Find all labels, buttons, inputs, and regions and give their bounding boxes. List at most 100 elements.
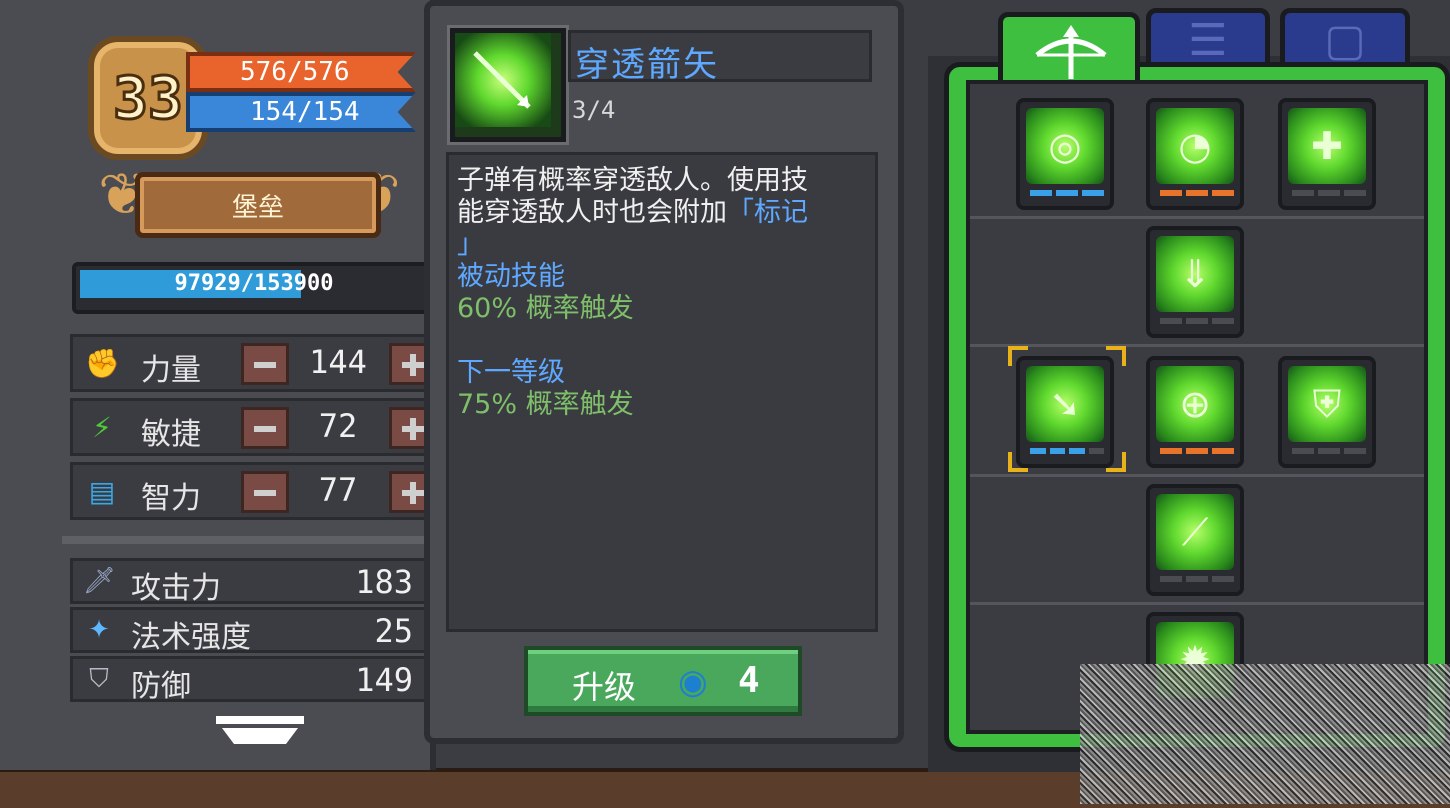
upgrade-label: 升级 xyxy=(572,668,637,706)
tab-3-icon: ▢ xyxy=(1324,15,1366,66)
wand-icon: ✦ xyxy=(88,615,110,645)
pip xyxy=(1186,576,1208,582)
pip xyxy=(1069,448,1085,454)
pip xyxy=(1088,448,1104,454)
level-pips xyxy=(1030,190,1104,198)
scroll-down-arrow-icon[interactable] xyxy=(216,716,304,746)
intelligence-minus-button[interactable] xyxy=(241,471,289,513)
skill-name-box: 穿透箭矢 xyxy=(568,30,872,85)
mp-bar: 154/154 xyxy=(186,92,416,132)
current-effect: 60% 概率触发 xyxy=(457,293,634,324)
upgrade-cost: 4 xyxy=(738,660,760,701)
pip xyxy=(1186,448,1208,454)
pip xyxy=(1160,448,1182,454)
hp-bar: 576/576 xyxy=(186,52,416,92)
level-pips xyxy=(1160,190,1234,198)
book-icon: ▤ xyxy=(88,475,116,508)
crossbow-tab[interactable] xyxy=(998,12,1140,88)
desc-line-2: 能穿透敌人时也会附加「标记 xyxy=(457,197,808,229)
stat-label: 敏捷 xyxy=(141,417,201,452)
feather-icon: ⚡ xyxy=(92,411,112,444)
pip xyxy=(1212,318,1234,324)
skill-node-laser[interactable]: ⟋ xyxy=(1146,484,1244,596)
node-art: ⛨ xyxy=(1288,366,1366,442)
pip xyxy=(1186,318,1208,324)
attr-row-spellpower: ✦ 法术强度 25 xyxy=(70,607,430,655)
desc-line-3: 」 xyxy=(457,229,484,260)
skill-type: 被动技能 xyxy=(457,261,565,292)
level-pips xyxy=(1160,318,1234,326)
pip xyxy=(1318,190,1340,196)
pip xyxy=(1318,448,1340,454)
xp-bar: 97929/153900 xyxy=(72,262,436,314)
skill-node-arrow-rain[interactable]: ⇓ xyxy=(1146,226,1244,338)
stat-row-strength: ✊ 力量 144 xyxy=(70,334,437,392)
plus-icon: ✚ xyxy=(1311,124,1343,168)
attr-label: 法术强度 xyxy=(131,620,251,655)
stat-label: 力量 xyxy=(141,353,201,388)
pip xyxy=(1212,190,1234,196)
upgrade-button[interactable]: 升级 ◉ 4 xyxy=(524,646,802,716)
ring-icon: ◎ xyxy=(1048,124,1082,168)
skill-node-piercing-arrow-selected[interactable]: ➘ xyxy=(1016,356,1114,468)
node-art: ⇓ xyxy=(1156,236,1234,312)
level-pips xyxy=(1292,190,1366,198)
strength-minus-button[interactable] xyxy=(241,343,289,385)
beam-icon: ⟋ xyxy=(1181,510,1209,554)
noise-overlay xyxy=(1080,664,1450,804)
crossbow-icon xyxy=(1035,25,1107,79)
pip xyxy=(1292,190,1314,196)
stat-row-agility: ⚡ 敏捷 72 xyxy=(70,398,437,456)
target-icon: ⊕ xyxy=(1179,382,1211,426)
level-pips xyxy=(1160,576,1234,584)
skill-node-heal[interactable]: ✚ xyxy=(1278,98,1376,210)
down-arrow-icon: ⇓ xyxy=(1179,252,1211,296)
level-pips xyxy=(1160,448,1234,456)
skill-tree: ◎ ◔ ✚ ⇓ ➘ ⊕ ⛨ ⟋ ✹ xyxy=(966,80,1428,734)
shield-icon: ⛉ xyxy=(89,664,109,694)
stat-value: 144 xyxy=(309,343,367,381)
pip xyxy=(1082,190,1104,196)
pip xyxy=(1186,190,1208,196)
tab-2-icon: ☰ xyxy=(1188,15,1228,66)
shield-up-icon: ⛨ xyxy=(1312,382,1342,426)
pip xyxy=(1344,448,1366,454)
stat-label: 智力 xyxy=(141,481,201,516)
node-art: ◎ xyxy=(1026,108,1104,184)
piercing-arrow-icon: ➘ xyxy=(1049,382,1081,426)
pip xyxy=(1212,448,1234,454)
skill-node-circle[interactable]: ◎ xyxy=(1016,98,1114,210)
tree-divider xyxy=(970,474,1424,477)
fist-icon: ✊ xyxy=(85,347,120,380)
radar-icon: ◔ xyxy=(1178,124,1212,168)
pip xyxy=(1160,318,1182,324)
attr-value: 25 xyxy=(374,612,413,650)
title-text: 堡垒 xyxy=(231,192,284,223)
skill-node-target-zone[interactable]: ⊕ xyxy=(1146,356,1244,468)
attr-row-attack: 🗡 攻击力 183 xyxy=(70,558,430,606)
skill-node-shield-up[interactable]: ⛨ xyxy=(1278,356,1376,468)
sword-icon: 🗡 xyxy=(83,566,117,596)
pip xyxy=(1056,190,1078,196)
node-art: ⟋ xyxy=(1156,494,1234,570)
selection-corner xyxy=(1106,346,1126,366)
level-pips xyxy=(1030,448,1104,456)
node-art: ✚ xyxy=(1288,108,1366,184)
attr-label: 防御 xyxy=(131,669,191,704)
desc-line-1: 子弹有概率穿透敌人。使用技 xyxy=(457,165,808,196)
mark-keyword: 「标记 xyxy=(727,197,808,228)
attr-value: 183 xyxy=(355,563,413,601)
agility-minus-button[interactable] xyxy=(241,407,289,449)
node-art: ➘ xyxy=(1026,366,1104,442)
node-art: ⊕ xyxy=(1156,366,1234,442)
divider xyxy=(62,536,430,544)
attr-row-defense: ⛉ 防御 149 xyxy=(70,656,430,704)
pip xyxy=(1030,190,1052,196)
skill-node-radar[interactable]: ◔ xyxy=(1146,98,1244,210)
next-level-header: 下一等级 xyxy=(457,357,565,388)
pip xyxy=(1160,190,1182,196)
selection-corner xyxy=(1008,452,1028,472)
skill-level: 3/4 xyxy=(572,96,616,124)
skill-icon-frame xyxy=(450,28,566,142)
skill-description: 子弹有概率穿透敌人。使用技 能穿透敌人时也会附加「标记 」 被动技能 60% 概… xyxy=(446,152,878,632)
